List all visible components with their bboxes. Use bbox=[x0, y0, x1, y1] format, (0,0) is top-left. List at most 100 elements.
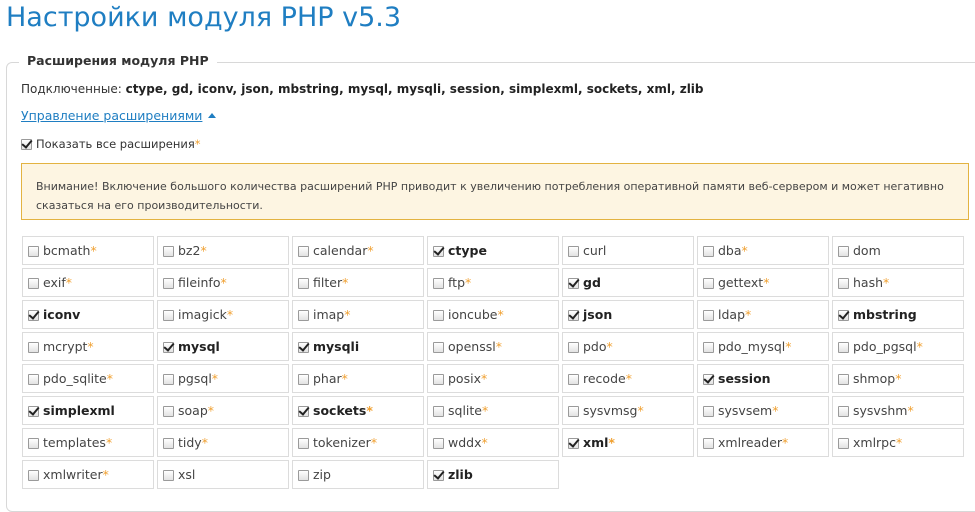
extension-pdo-sqlite[interactable]: pdo_sqlite* bbox=[22, 364, 154, 393]
extension-ldap[interactable]: ldap* bbox=[697, 300, 829, 329]
extension-xml[interactable]: xml* bbox=[562, 428, 694, 457]
extension-checkbox[interactable] bbox=[298, 374, 309, 385]
manage-extensions-link[interactable]: Управление расширениями bbox=[21, 107, 217, 125]
extension-json[interactable]: json bbox=[562, 300, 694, 329]
extension-xsl[interactable]: xsl bbox=[157, 460, 289, 489]
extension-pdo[interactable]: pdo* bbox=[562, 332, 694, 361]
extension-hash[interactable]: hash* bbox=[832, 268, 964, 297]
extension-checkbox[interactable] bbox=[568, 406, 579, 417]
extension-sysvshm[interactable]: sysvshm* bbox=[832, 396, 964, 425]
extension-checkbox[interactable] bbox=[433, 246, 444, 257]
extension-pdo-mysql[interactable]: pdo_mysql* bbox=[697, 332, 829, 361]
extension-checkbox[interactable] bbox=[568, 342, 579, 353]
extension-gd[interactable]: gd bbox=[562, 268, 694, 297]
extension-iconv[interactable]: iconv bbox=[22, 300, 154, 329]
extension-checkbox[interactable] bbox=[433, 342, 444, 353]
extension-checkbox[interactable] bbox=[298, 246, 309, 257]
extension-checkbox[interactable] bbox=[838, 246, 849, 257]
extension-soap[interactable]: soap* bbox=[157, 396, 289, 425]
extension-tokenizer[interactable]: tokenizer* bbox=[292, 428, 424, 457]
extension-checkbox[interactable] bbox=[28, 310, 39, 321]
extension-checkbox[interactable] bbox=[568, 310, 579, 321]
extension-templates[interactable]: templates* bbox=[22, 428, 154, 457]
extension-imap[interactable]: imap* bbox=[292, 300, 424, 329]
extension-checkbox[interactable] bbox=[703, 310, 714, 321]
extension-xmlrpc[interactable]: xmlrpc* bbox=[832, 428, 964, 457]
extension-checkbox[interactable] bbox=[28, 278, 39, 289]
extension-checkbox[interactable] bbox=[163, 246, 174, 257]
extension-checkbox[interactable] bbox=[28, 470, 39, 481]
extension-sysvmsg[interactable]: sysvmsg* bbox=[562, 396, 694, 425]
extension-checkbox[interactable] bbox=[298, 278, 309, 289]
extension-mysqli[interactable]: mysqli bbox=[292, 332, 424, 361]
extension-checkbox[interactable] bbox=[163, 310, 174, 321]
extension-session[interactable]: session bbox=[697, 364, 829, 393]
extension-bz2[interactable]: bz2* bbox=[157, 236, 289, 265]
extension-bcmath[interactable]: bcmath* bbox=[22, 236, 154, 265]
extension-pgsql[interactable]: pgsql* bbox=[157, 364, 289, 393]
extension-checkbox[interactable] bbox=[28, 406, 39, 417]
extension-checkbox[interactable] bbox=[163, 278, 174, 289]
extension-checkbox[interactable] bbox=[703, 278, 714, 289]
extension-checkbox[interactable] bbox=[568, 438, 579, 449]
extension-zip[interactable]: zip bbox=[292, 460, 424, 489]
extension-checkbox[interactable] bbox=[703, 374, 714, 385]
extension-checkbox[interactable] bbox=[568, 246, 579, 257]
extension-checkbox[interactable] bbox=[298, 470, 309, 481]
extension-tidy[interactable]: tidy* bbox=[157, 428, 289, 457]
extension-checkbox[interactable] bbox=[703, 246, 714, 257]
extension-checkbox[interactable] bbox=[838, 342, 849, 353]
extension-posix[interactable]: posix* bbox=[427, 364, 559, 393]
extension-sysvsem[interactable]: sysvsem* bbox=[697, 396, 829, 425]
extension-checkbox[interactable] bbox=[433, 438, 444, 449]
extension-shmop[interactable]: shmop* bbox=[832, 364, 964, 393]
extension-pdo-pgsql[interactable]: pdo_pgsql* bbox=[832, 332, 964, 361]
extension-sockets[interactable]: sockets* bbox=[292, 396, 424, 425]
extension-checkbox[interactable] bbox=[163, 342, 174, 353]
show-all-toggle[interactable]: Показать все расширения* bbox=[21, 136, 201, 152]
extension-checkbox[interactable] bbox=[163, 406, 174, 417]
extension-checkbox[interactable] bbox=[703, 406, 714, 417]
extension-simplexml[interactable]: simplexml bbox=[22, 396, 154, 425]
extension-checkbox[interactable] bbox=[28, 246, 39, 257]
extension-checkbox[interactable] bbox=[298, 406, 309, 417]
extension-xmlwriter[interactable]: xmlwriter* bbox=[22, 460, 154, 489]
extension-ftp[interactable]: ftp* bbox=[427, 268, 559, 297]
extension-checkbox[interactable] bbox=[433, 310, 444, 321]
extension-checkbox[interactable] bbox=[703, 342, 714, 353]
extension-gettext[interactable]: gettext* bbox=[697, 268, 829, 297]
extension-checkbox[interactable] bbox=[163, 470, 174, 481]
extension-exif[interactable]: exif* bbox=[22, 268, 154, 297]
extension-checkbox[interactable] bbox=[433, 406, 444, 417]
extension-checkbox[interactable] bbox=[838, 310, 849, 321]
extension-recode[interactable]: recode* bbox=[562, 364, 694, 393]
extension-dba[interactable]: dba* bbox=[697, 236, 829, 265]
extension-checkbox[interactable] bbox=[433, 278, 444, 289]
extension-mcrypt[interactable]: mcrypt* bbox=[22, 332, 154, 361]
extension-checkbox[interactable] bbox=[838, 278, 849, 289]
extension-checkbox[interactable] bbox=[298, 342, 309, 353]
extension-checkbox[interactable] bbox=[838, 374, 849, 385]
extension-checkbox[interactable] bbox=[298, 438, 309, 449]
extension-imagick[interactable]: imagick* bbox=[157, 300, 289, 329]
extension-dom[interactable]: dom bbox=[832, 236, 964, 265]
extension-xmlreader[interactable]: xmlreader* bbox=[697, 428, 829, 457]
extension-checkbox[interactable] bbox=[568, 374, 579, 385]
extension-calendar[interactable]: calendar* bbox=[292, 236, 424, 265]
extension-phar[interactable]: phar* bbox=[292, 364, 424, 393]
extension-checkbox[interactable] bbox=[703, 438, 714, 449]
extension-checkbox[interactable] bbox=[28, 438, 39, 449]
extension-checkbox[interactable] bbox=[163, 374, 174, 385]
extension-openssl[interactable]: openssl* bbox=[427, 332, 559, 361]
extension-fileinfo[interactable]: fileinfo* bbox=[157, 268, 289, 297]
extension-curl[interactable]: curl bbox=[562, 236, 694, 265]
extension-zlib[interactable]: zlib bbox=[427, 460, 559, 489]
extension-checkbox[interactable] bbox=[433, 374, 444, 385]
extension-checkbox[interactable] bbox=[28, 342, 39, 353]
extension-wddx[interactable]: wddx* bbox=[427, 428, 559, 457]
extension-checkbox[interactable] bbox=[838, 438, 849, 449]
extension-checkbox[interactable] bbox=[568, 278, 579, 289]
extension-checkbox[interactable] bbox=[28, 374, 39, 385]
show-all-checkbox[interactable] bbox=[21, 139, 32, 150]
extension-checkbox[interactable] bbox=[163, 438, 174, 449]
